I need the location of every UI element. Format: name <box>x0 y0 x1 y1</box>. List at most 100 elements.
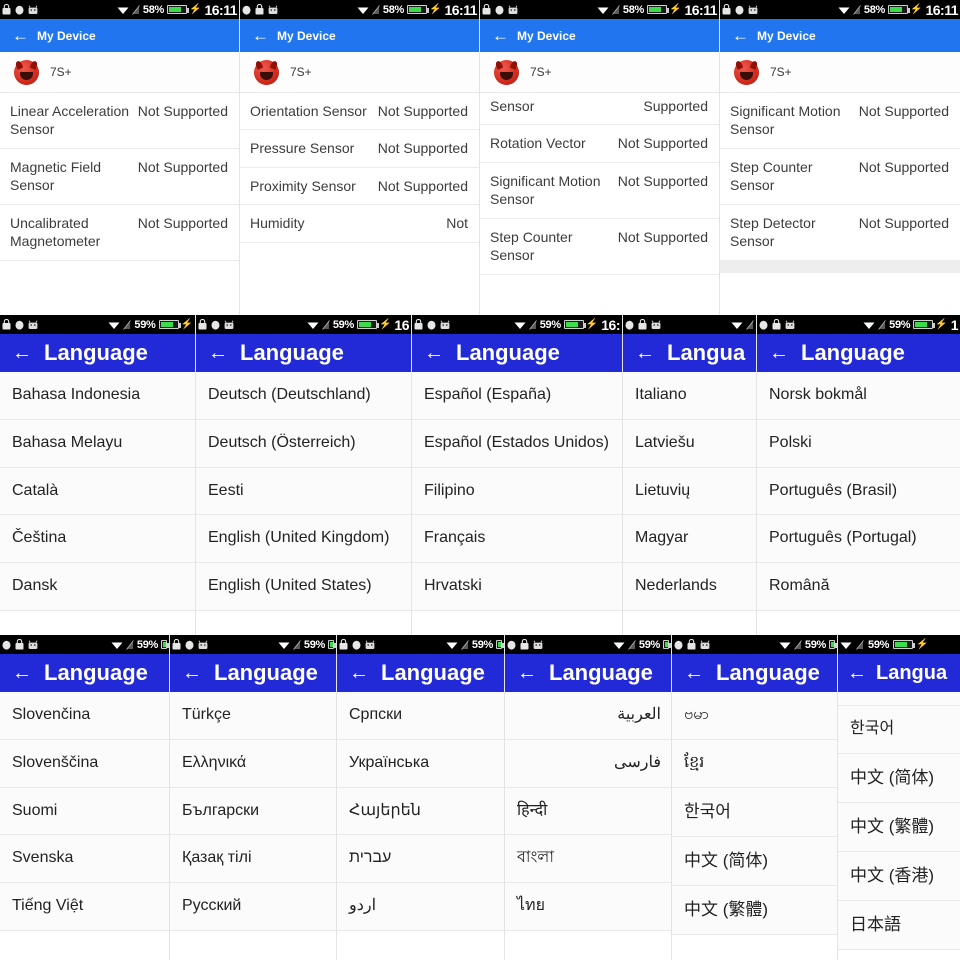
app-bar: ← My Device <box>0 19 239 52</box>
list-item[interactable]: 한국어 <box>672 787 837 837</box>
list-item[interactable]: Română <box>757 563 960 611</box>
table-row[interactable]: Step Counter Sensor Not Supported <box>720 149 960 205</box>
table-row[interactable]: Magnetic Field Sensor Not Supported <box>0 149 239 205</box>
list-item[interactable]: Čeština <box>0 515 195 564</box>
list-item[interactable]: Dansk <box>0 563 195 611</box>
list-item[interactable]: Українська <box>337 739 504 788</box>
signal-icon <box>123 319 132 330</box>
android-icon <box>651 319 661 330</box>
list-item[interactable]: हिन्दी <box>505 787 671 836</box>
list-item[interactable]: Bahasa Indonesia <box>0 372 195 420</box>
list-item[interactable]: Filipino <box>412 467 622 516</box>
list-item[interactable]: Deutsch (Österreich) <box>196 419 411 468</box>
list-item[interactable]: 中文 (简体) <box>672 836 837 886</box>
app-bar: ← Langua <box>623 334 756 372</box>
list-item[interactable]: العربية <box>505 692 671 740</box>
back-arrow-icon[interactable]: ← <box>623 343 667 363</box>
list-item[interactable]: اردو <box>337 883 504 931</box>
list-item-partial[interactable] <box>838 692 960 706</box>
list-item[interactable]: Norsk bokmål <box>757 372 960 420</box>
table-row[interactable]: Step Counter Sensor Not Supported <box>480 219 719 275</box>
back-arrow-icon[interactable]: ← <box>480 27 517 44</box>
list-item[interactable]: Polski <box>757 419 960 468</box>
list-item[interactable]: Tiếng Việt <box>0 883 169 931</box>
list-item[interactable]: Español (España) <box>412 372 622 420</box>
list-item[interactable]: 中文 (繁體) <box>672 885 837 935</box>
list-item[interactable]: ဗမာ <box>672 692 837 740</box>
list-item[interactable]: Suomi <box>0 787 169 836</box>
charging-bolt-icon: ⚡ <box>585 319 599 330</box>
back-arrow-icon[interactable]: ← <box>337 663 381 683</box>
list-item[interactable]: Eesti <box>196 467 411 516</box>
list-item[interactable]: Català <box>0 467 195 516</box>
back-arrow-icon[interactable]: ← <box>0 663 44 683</box>
status-bar-clock: 1 <box>950 316 959 333</box>
list-item[interactable]: ខ្មែរ <box>672 739 837 788</box>
wifi-icon <box>108 320 120 330</box>
list-item[interactable]: Español (Estados Unidos) <box>412 419 622 468</box>
list-item[interactable]: Svenska <box>0 835 169 884</box>
list-item[interactable]: Deutsch (Deutschland) <box>196 372 411 420</box>
back-arrow-icon[interactable]: ← <box>505 663 549 683</box>
list-item[interactable]: Bahasa Melayu <box>0 419 195 468</box>
back-arrow-icon[interactable]: ← <box>720 27 757 44</box>
page-title: Language <box>801 340 905 365</box>
list-item[interactable]: Nederlands <box>623 563 756 611</box>
back-arrow-icon[interactable]: ← <box>412 343 456 363</box>
lock-icon <box>2 3 11 15</box>
back-arrow-icon[interactable]: ← <box>838 663 876 683</box>
list-item[interactable]: Հայերեն <box>337 787 504 836</box>
list-item[interactable]: Hrvatski <box>412 563 622 611</box>
list-item[interactable]: English (United States) <box>196 563 411 611</box>
table-row[interactable]: Significant Motion Sensor Not Supported <box>720 93 960 149</box>
table-row[interactable]: Sensor Supported <box>480 93 719 126</box>
list-item[interactable]: Türkçe <box>170 692 336 740</box>
sensor-name: Pressure Sensor <box>250 140 355 157</box>
list-item[interactable]: Български <box>170 787 336 836</box>
list-item[interactable]: Português (Brasil) <box>757 467 960 516</box>
back-arrow-icon[interactable]: ← <box>196 343 240 363</box>
table-row[interactable]: Uncalibrated Magnetometer Not Supported <box>0 205 239 261</box>
list-item[interactable]: Latviešu <box>623 419 756 468</box>
list-item[interactable]: Slovenščina <box>0 739 169 788</box>
table-row[interactable]: Orientation Sensor Not Supported <box>240 93 479 131</box>
table-row[interactable]: Rotation Vector Not Supported <box>480 125 719 163</box>
list-item[interactable]: 中文 (简体) <box>838 753 960 803</box>
lock-icon <box>198 318 207 330</box>
circle-icon <box>495 5 504 15</box>
list-item[interactable]: Slovenčina <box>0 692 169 740</box>
list-item[interactable]: Русский <box>170 883 336 931</box>
circle-icon <box>211 320 220 330</box>
table-row[interactable]: Pressure Sensor Not Supported <box>240 130 479 168</box>
list-item[interactable]: Ελληνικά <box>170 739 336 788</box>
list-item[interactable]: עברית <box>337 835 504 884</box>
list-item[interactable]: 日本語 <box>838 901 960 951</box>
back-arrow-icon[interactable]: ← <box>0 343 44 363</box>
table-row[interactable]: Significant Motion Sensor Not Supported <box>480 163 719 219</box>
back-arrow-icon[interactable]: ← <box>170 663 214 683</box>
list-item[interactable]: English (United Kingdom) <box>196 515 411 564</box>
back-arrow-icon[interactable]: ← <box>240 27 277 44</box>
list-item[interactable]: Magyar <box>623 515 756 564</box>
list-item[interactable]: বাংলা <box>505 835 671 884</box>
list-item[interactable]: Lietuvių <box>623 467 756 516</box>
list-item[interactable]: ไทย <box>505 883 671 931</box>
list-item[interactable]: Português (Portugal) <box>757 515 960 564</box>
table-row[interactable]: Humidity Not <box>240 205 479 243</box>
list-item[interactable]: 中文 (繁體) <box>838 802 960 852</box>
table-row[interactable]: Proximity Sensor Not Supported <box>240 168 479 206</box>
list-item[interactable]: فارسی <box>505 739 671 788</box>
battery-percent: 59% <box>471 638 493 651</box>
charging-bolt-icon: ⚡ <box>935 319 948 330</box>
list-item[interactable]: 한국어 <box>838 706 960 754</box>
back-arrow-icon[interactable]: ← <box>672 663 716 683</box>
list-item[interactable]: Italiano <box>623 372 756 420</box>
list-item[interactable]: Қазақ тілі <box>170 835 336 884</box>
back-arrow-icon[interactable]: ← <box>757 343 801 363</box>
table-row[interactable]: Step Detector Sensor Not Supported <box>720 205 960 261</box>
table-row[interactable]: Linear Acceleration Sensor Not Supported <box>0 93 239 149</box>
list-item[interactable]: Српски <box>337 692 504 740</box>
list-item[interactable]: 中文 (香港) <box>838 851 960 902</box>
list-item[interactable]: Français <box>412 515 622 564</box>
back-arrow-icon[interactable]: ← <box>0 27 37 44</box>
